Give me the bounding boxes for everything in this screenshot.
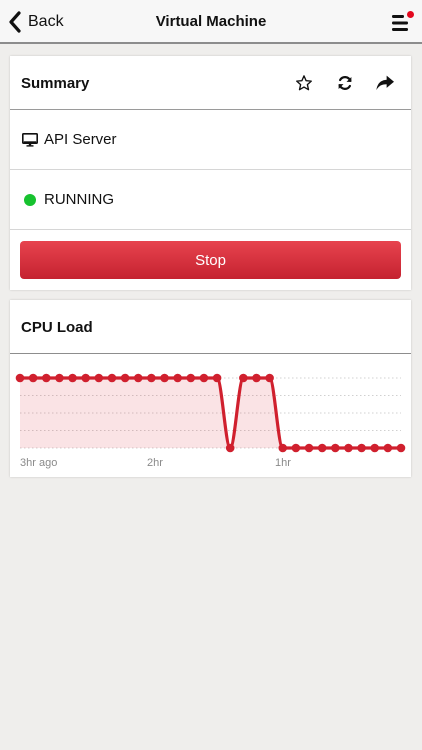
cpu-load-point — [41, 373, 51, 383]
refresh-button[interactable] — [334, 72, 356, 94]
x-tick-label: 2hr — [147, 457, 163, 469]
cpu-load-point — [291, 443, 301, 453]
cpu-load-header: CPU Load — [10, 300, 411, 354]
back-button[interactable]: Back — [8, 9, 64, 35]
cpu-load-area — [20, 378, 401, 448]
share-icon — [376, 75, 394, 90]
cpu-load-point — [81, 373, 90, 383]
cpu-load-point — [28, 373, 38, 383]
summary-card: Summary API Server RUNNING Stop — [10, 56, 411, 290]
cpu-load-point — [239, 373, 248, 383]
server-row[interactable]: API Server — [10, 110, 411, 170]
cpu-load-point — [173, 373, 182, 383]
cpu-load-point — [357, 443, 366, 453]
stop-button[interactable]: Stop — [20, 241, 401, 279]
cpu-load-point — [94, 373, 104, 383]
cpu-load-point — [370, 443, 380, 453]
cpu-load-point — [317, 443, 327, 453]
status-row: RUNNING — [10, 170, 411, 230]
cpu-load-point — [252, 373, 261, 383]
cpu-load-point — [68, 373, 77, 383]
cpu-load-point — [331, 443, 340, 453]
summary-title: Summary — [21, 75, 90, 92]
status-indicator — [24, 193, 36, 206]
cpu-load-point — [396, 443, 406, 453]
back-label: Back — [28, 13, 64, 30]
cpu-load-point — [160, 373, 169, 383]
x-tick-label: 1hr — [275, 457, 291, 469]
cpu-load-point — [278, 443, 288, 453]
share-button[interactable] — [374, 72, 396, 94]
server-name: API Server — [44, 131, 117, 148]
cpu-load-point — [344, 443, 353, 453]
cpu-load-point — [55, 373, 64, 383]
cpu-load-point — [147, 373, 156, 383]
cpu-load-chart: 3hr ago 2hr 1hr — [10, 354, 411, 476]
refresh-icon — [338, 76, 352, 90]
cpu-load-title: CPU Load — [21, 319, 93, 336]
cpu-load-point — [225, 443, 235, 453]
cpu-load-point — [186, 373, 196, 383]
x-tick-label: 3hr ago — [20, 457, 57, 469]
monitor-icon — [22, 132, 38, 147]
status-text: RUNNING — [44, 191, 114, 208]
cpu-load-point — [120, 373, 130, 383]
cpu-load-card: CPU Load 3hr ago 2hr 1hr — [10, 300, 411, 477]
menu-button[interactable] — [392, 10, 414, 34]
cpu-load-point — [15, 373, 25, 383]
navigation-bar: Back Virtual Machine — [0, 0, 422, 44]
cpu-load-point — [133, 373, 143, 383]
cpu-load-point — [199, 373, 209, 383]
cpu-load-point — [212, 373, 222, 383]
cpu-load-chart-svg: 3hr ago 2hr 1hr — [15, 373, 406, 469]
star-icon — [296, 75, 312, 91]
chevron-left-icon — [9, 11, 21, 33]
cpu-load-point — [383, 443, 393, 453]
summary-header: Summary — [10, 56, 411, 110]
cpu-load-point — [265, 373, 274, 383]
favorite-button[interactable] — [293, 72, 315, 94]
cpu-load-point — [304, 443, 314, 453]
cpu-load-point — [107, 373, 117, 383]
notification-badge — [407, 11, 414, 18]
